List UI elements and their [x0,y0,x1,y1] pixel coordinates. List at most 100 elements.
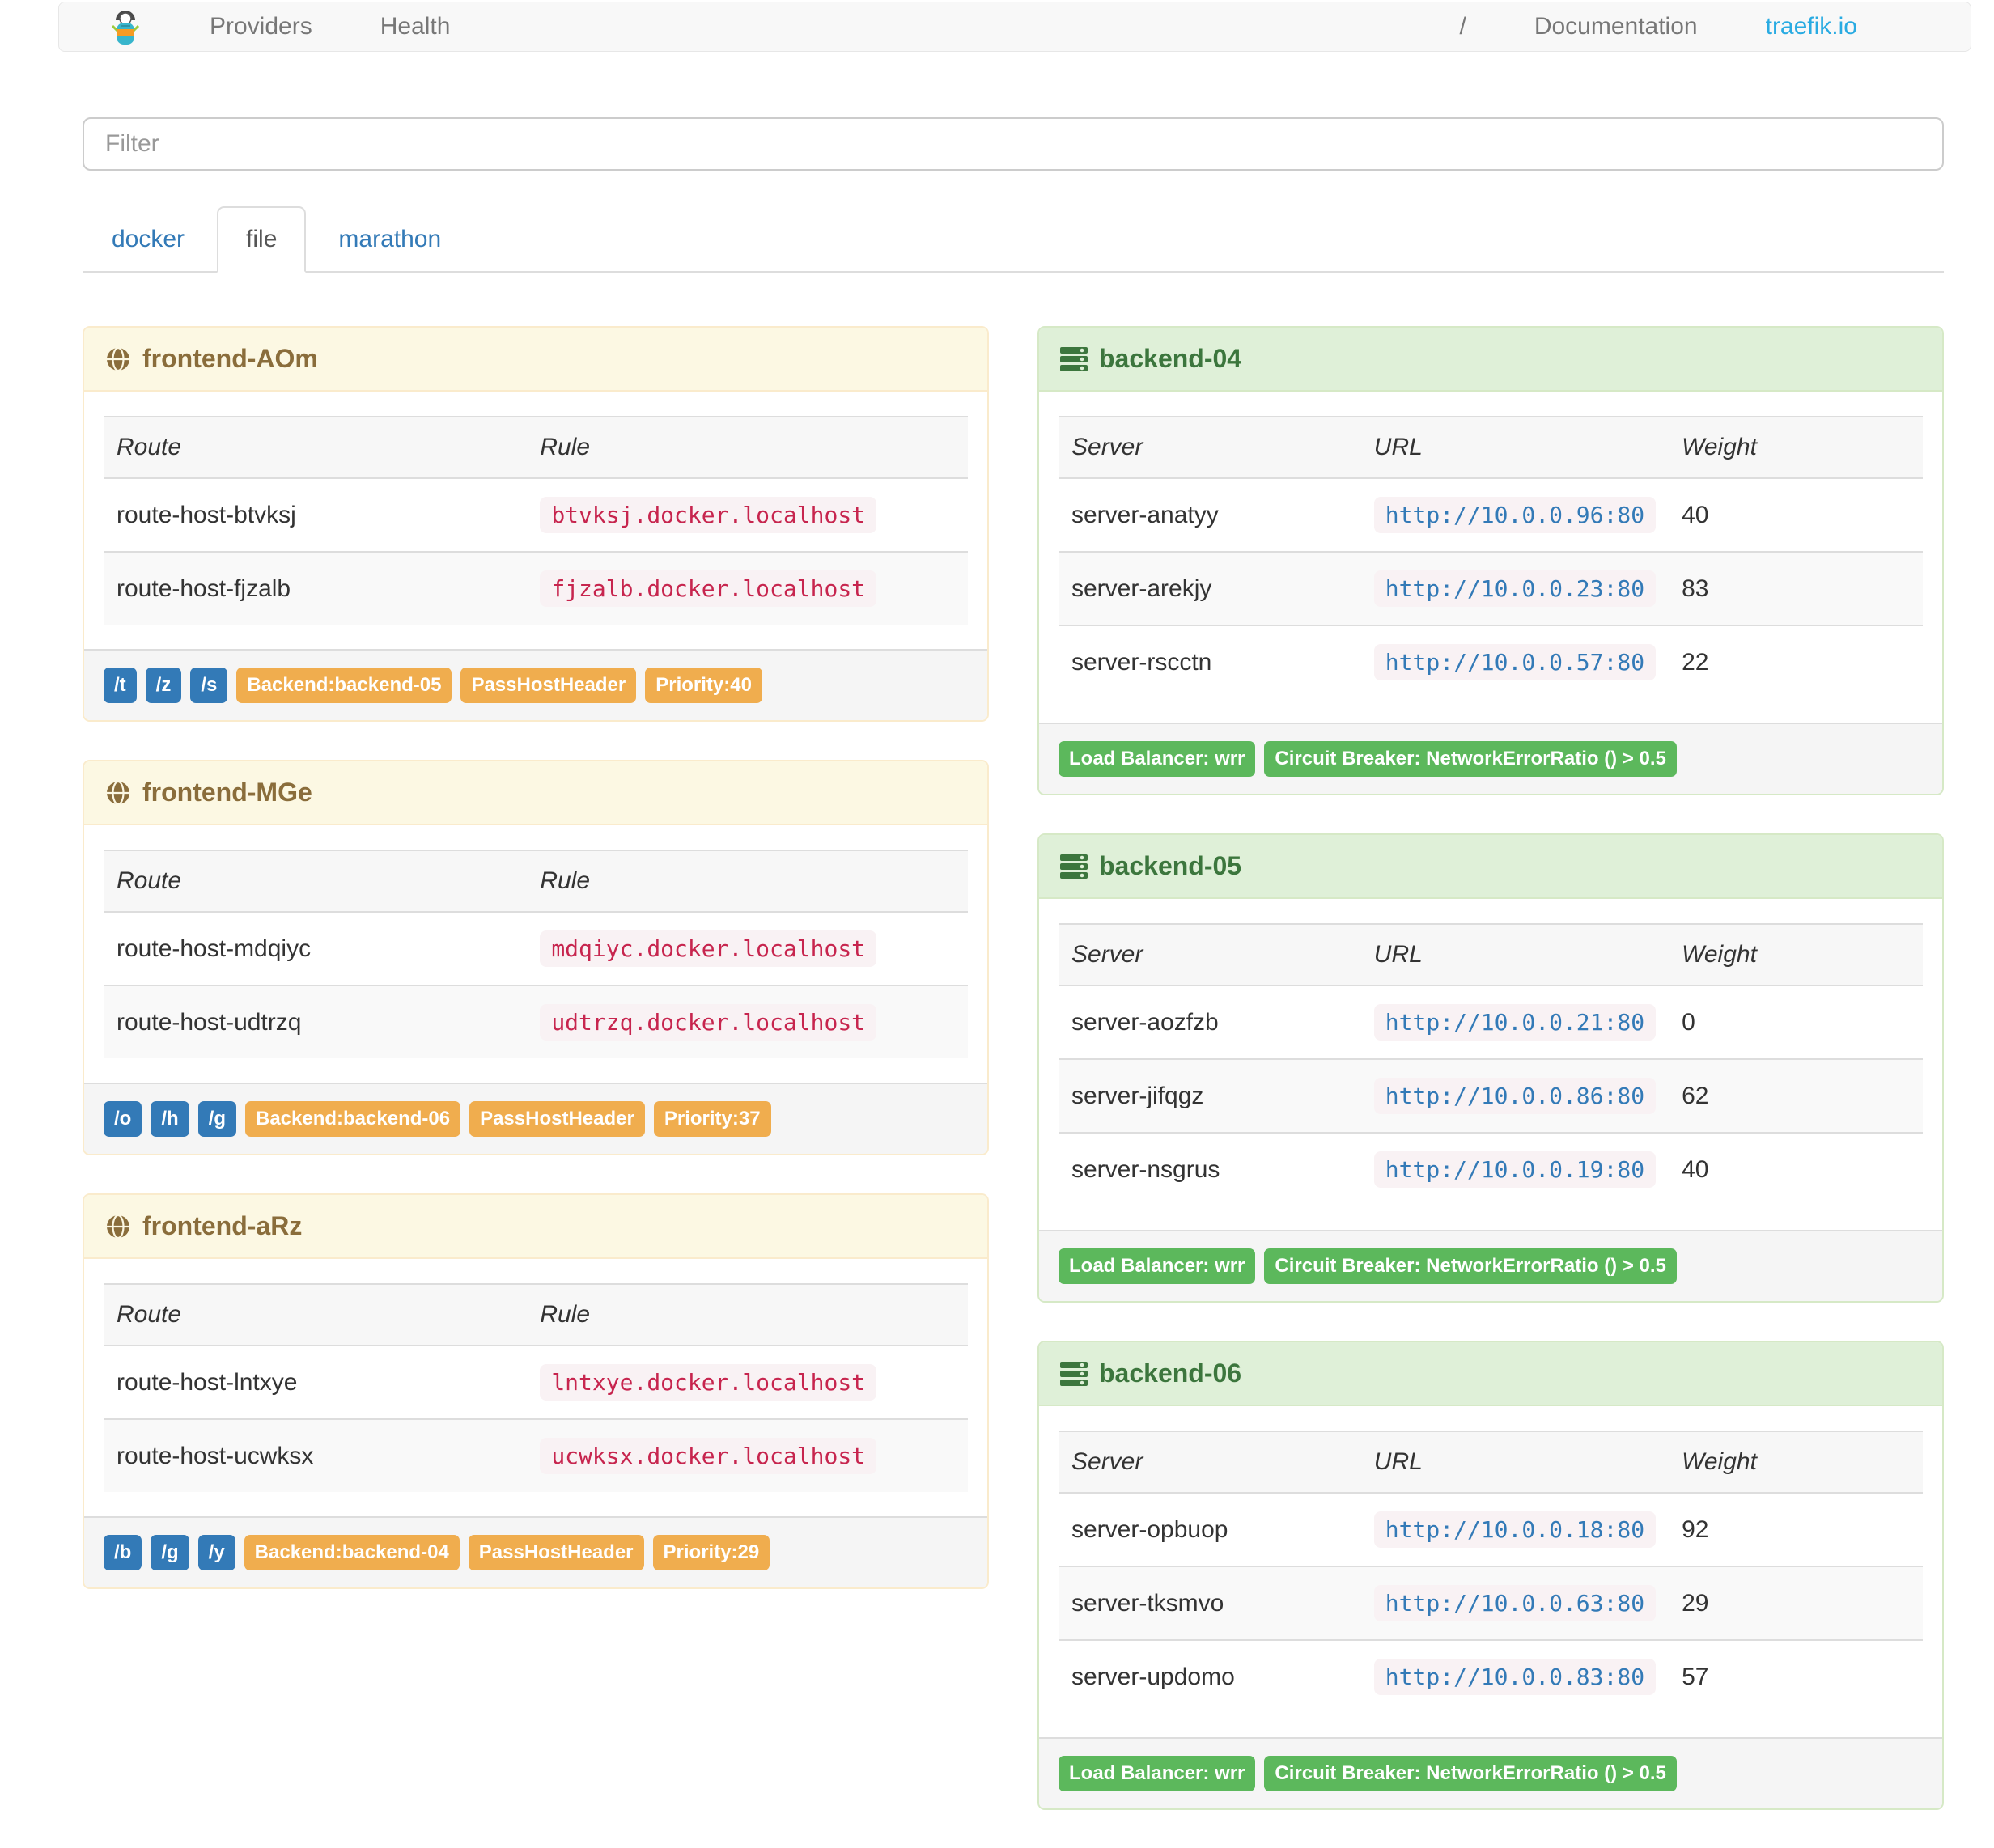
server-weight: 40 [1669,1132,1923,1206]
table-row: server-arekjy http://10.0.0.23:80 83 [1059,551,1923,625]
tab-docker[interactable]: docker [83,206,214,273]
server-name: server-rscctn [1059,625,1361,698]
server-url: http://10.0.0.83:80 [1373,1659,1657,1695]
filter-input[interactable] [83,117,1944,171]
nav-item-documentation[interactable]: Documentation [1500,2,1732,51]
route-name: route-host-ucwksx [104,1418,528,1492]
globe-icon [105,1214,131,1240]
server-url-link[interactable]: http://10.0.0.23:80 [1373,570,1657,607]
tab-file[interactable]: file [217,206,307,273]
backend-ref-badge: Backend:backend-05 [236,668,452,703]
table-row: server-updomo http://10.0.0.83:80 57 [1059,1639,1923,1713]
server-url: http://10.0.0.18:80 [1373,1511,1657,1548]
server-url-cell: http://10.0.0.21:80 [1360,985,1669,1059]
server-url-link[interactable]: http://10.0.0.19:80 [1373,1151,1657,1188]
backend-card-footer: Load Balancer: wrr Circuit Breaker: Netw… [1039,1230,1942,1301]
server-url: http://10.0.0.57:80 [1373,644,1657,680]
navbar: Providers Health / Documentation traefik… [58,2,1971,52]
route-rule-cell: mdqiyc.docker.localhost [527,911,968,985]
server-url-cell: http://10.0.0.19:80 [1360,1132,1669,1206]
server-name: server-nsgrus [1059,1132,1361,1206]
server-url-cell: http://10.0.0.86:80 [1360,1058,1669,1133]
backend-card: backend-06 Server URL Weight server-opbu… [1037,1341,1944,1810]
table-row: route-host-udtrzq udtrzq.docker.localhos… [104,985,968,1058]
server-url: http://10.0.0.21:80 [1373,1004,1657,1041]
backend-card-body: Server URL Weight server-aozfzb http://1… [1039,899,1942,1230]
path-badge: /s [190,668,228,703]
frontend-title: frontend-MGe [142,778,312,807]
server-stack-icon [1060,346,1088,372]
server-url-link[interactable]: http://10.0.0.18:80 [1373,1511,1657,1548]
backend-card-header: backend-06 [1039,1342,1942,1406]
column-header-route: Route [104,1283,528,1346]
load-balancer-badge: Load Balancer: wrr [1059,1248,1256,1284]
frontend-card: frontend-AOm Route Rule route-host-btvks… [83,326,989,722]
column-header-weight: Weight [1669,416,1923,479]
server-weight: 22 [1669,625,1923,698]
server-url-link[interactable]: http://10.0.0.57:80 [1373,644,1657,680]
server-weight: 92 [1669,1492,1923,1566]
server-url-cell: http://10.0.0.63:80 [1360,1566,1669,1640]
circuit-breaker-badge: Circuit Breaker: NetworkErrorRatio () > … [1264,1756,1677,1791]
passhostheader-badge: PassHostHeader [469,1101,645,1137]
route-rule: mdqiyc.docker.localhost [540,930,877,967]
route-rule-cell: lntxye.docker.localhost [527,1345,968,1419]
nav-item-slash: / [1459,13,1466,40]
nav-item-traefik-io[interactable]: traefik.io [1732,2,1891,51]
column-header-rule: Rule [527,1283,968,1346]
server-url-link[interactable]: http://10.0.0.86:80 [1373,1078,1657,1114]
server-name: server-arekjy [1059,551,1361,625]
route-rule-cell: fjzalb.docker.localhost [527,551,968,625]
frontend-card-header: frontend-AOm [84,328,987,392]
globe-icon [105,346,131,372]
server-url-cell: http://10.0.0.96:80 [1360,477,1669,552]
server-name: server-anatyy [1059,477,1361,552]
route-rule: btvksj.docker.localhost [540,497,877,533]
backend-card-header: backend-05 [1039,835,1942,899]
column-header-rule: Rule [527,850,968,913]
nav-item-providers[interactable]: Providers [176,2,346,51]
frontend-card-header: frontend-MGe [84,761,987,825]
server-weight: 83 [1669,551,1923,625]
path-badge: /g [197,1101,236,1137]
backend-card-footer: Load Balancer: wrr Circuit Breaker: Netw… [1039,1737,1942,1808]
server-url-cell: http://10.0.0.23:80 [1360,551,1669,625]
backend-title: backend-04 [1099,344,1242,373]
column-header-url: URL [1360,416,1669,479]
backend-title: backend-06 [1099,1358,1242,1388]
server-weight: 0 [1669,985,1923,1059]
load-balancer-badge: Load Balancer: wrr [1059,1756,1256,1791]
route-rule-cell: ucwksx.docker.localhost [527,1418,968,1492]
server-url-link[interactable]: http://10.0.0.21:80 [1373,1004,1657,1041]
column-header-weight: Weight [1669,923,1923,986]
backend-ref-badge: Backend:backend-04 [244,1535,460,1570]
table-row: server-anatyy http://10.0.0.96:80 40 [1059,477,1923,552]
route-rule: lntxye.docker.localhost [540,1364,877,1401]
server-weight: 62 [1669,1058,1923,1133]
frontend-card-footer: /o /h /g Backend:backend-06 PassHostHead… [84,1083,987,1154]
frontend-title: frontend-aRz [142,1211,303,1240]
column-header-weight: Weight [1669,1431,1923,1494]
server-url-link[interactable]: http://10.0.0.83:80 [1373,1659,1657,1695]
server-url: http://10.0.0.23:80 [1373,570,1657,607]
backend-ref-badge: Backend:backend-06 [244,1101,461,1137]
frontend-card: frontend-aRz Route Rule route-host-lntxy… [83,1193,989,1589]
traefik-logo-icon[interactable] [59,8,176,45]
table-row: route-host-lntxye lntxye.docker.localhos… [104,1345,968,1419]
navbar-left: Providers Health [59,2,484,51]
table-row: server-opbuop http://10.0.0.18:80 92 [1059,1492,1923,1566]
path-badge: /o [104,1101,142,1137]
server-name: server-jifqgz [1059,1058,1361,1133]
tab-marathon[interactable]: marathon [309,206,470,273]
route-name: route-host-lntxye [104,1345,528,1419]
frontend-card: frontend-MGe Route Rule route-host-mdqiy… [83,760,989,1155]
passhostheader-badge: PassHostHeader [460,668,637,703]
column-header-server: Server [1059,416,1361,479]
nav-item-health[interactable]: Health [346,2,485,51]
path-badge: /h [151,1101,189,1137]
server-stack-icon [1060,854,1088,879]
server-url-link[interactable]: http://10.0.0.96:80 [1373,497,1657,533]
priority-badge: Priority:29 [652,1535,770,1570]
server-url-link[interactable]: http://10.0.0.63:80 [1373,1585,1657,1621]
servers-table: Server URL Weight server-aozfzb http://1… [1059,923,1923,1206]
